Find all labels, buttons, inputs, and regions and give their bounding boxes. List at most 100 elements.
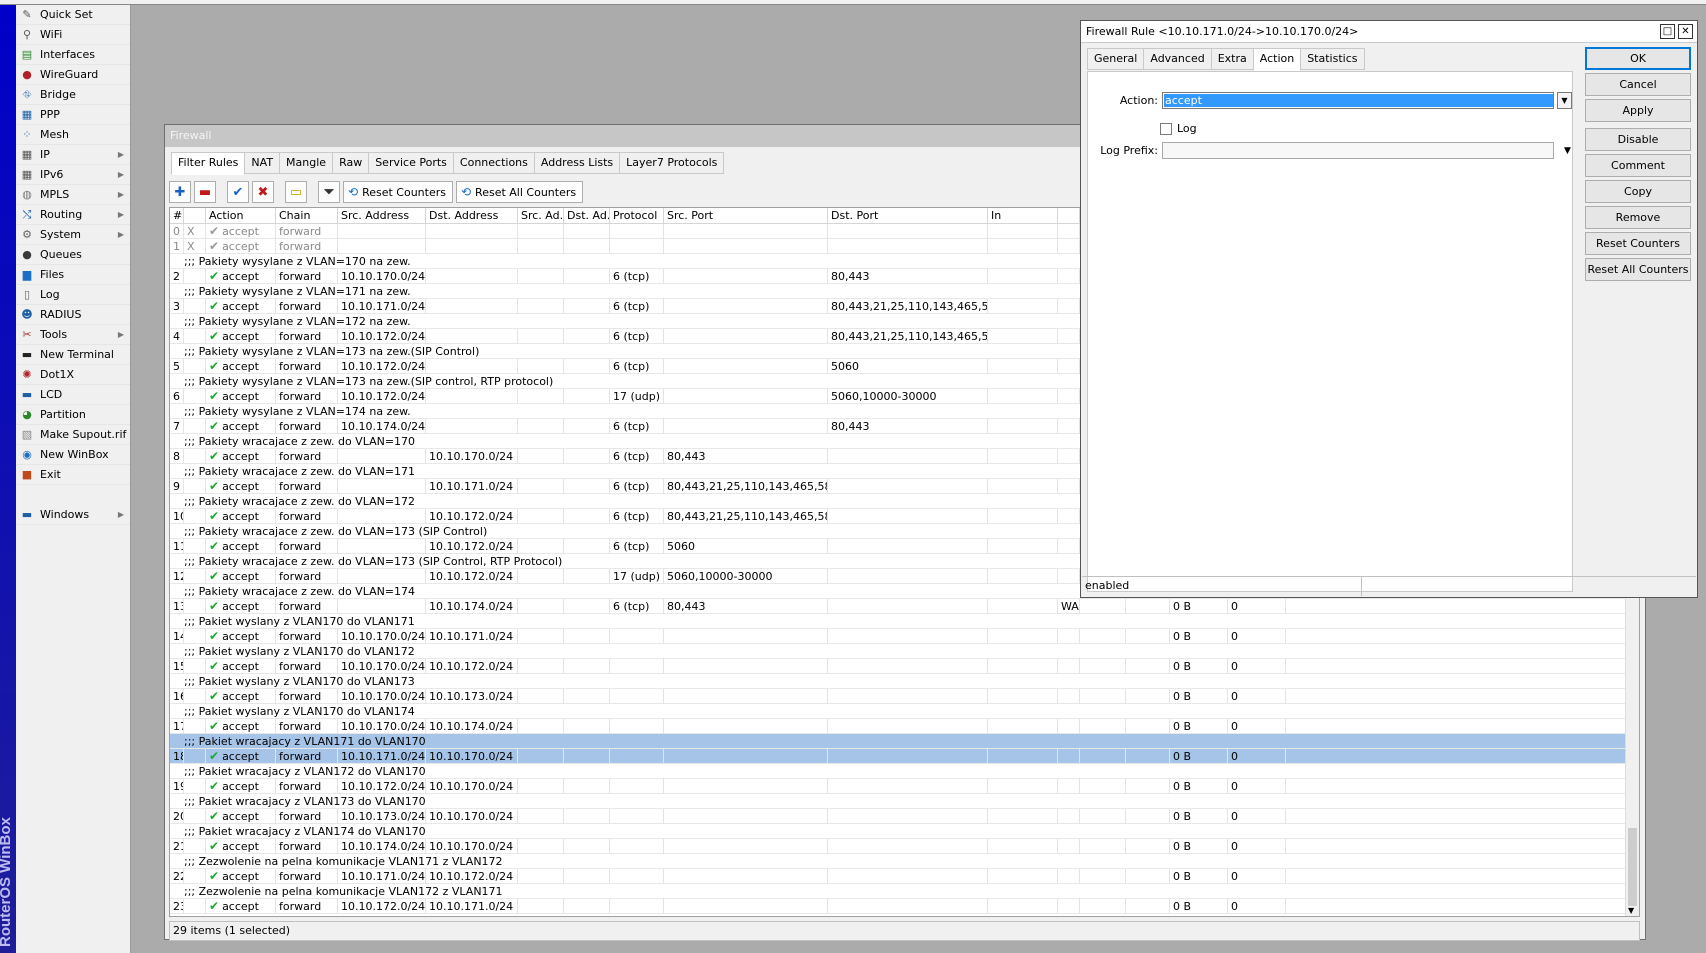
sidebar-item-exit[interactable]: ■ Exit [16,465,130,485]
table-row[interactable]: 13✔acceptforward10.10.174.0/246 (tcp)80,… [170,598,1639,614]
tab-address-lists[interactable]: Address Lists [533,152,621,174]
action-select[interactable]: accept [1162,92,1554,109]
table-row[interactable]: 23✔acceptforward10.10.172.0/2410.10.171.… [170,898,1639,914]
action-row: Action: accept ▼ [1088,92,1572,109]
comment-row[interactable]: ;;; Pakiet wracajacy z VLAN173 do VLAN17… [170,794,1639,809]
table-row[interactable]: 19✔acceptforward10.10.172.0/2410.10.170.… [170,778,1639,794]
ok-button[interactable]: OK [1585,47,1691,70]
table-row[interactable]: 21✔acceptforward10.10.174.0/2410.10.170.… [170,838,1639,854]
filter-icon[interactable]: ⏷ [318,181,340,203]
log-prefix-input[interactable] [1162,142,1554,159]
reset-counters-dialog-button[interactable]: Reset Counters [1585,232,1691,255]
reset-all-counters-button[interactable]: ⟲ Reset All Counters [455,181,584,203]
maximize-icon[interactable]: □ [1660,24,1675,39]
sidebar-item-windows[interactable]: ▬ Windows ▶ [16,505,130,525]
copy-button[interactable]: Copy [1585,180,1691,203]
sidebar-item-log[interactable]: ▯ Log [16,285,130,305]
column-header[interactable] [184,208,206,224]
comment-row[interactable]: ;;; Zezwolenie na pelna komunikacje VLAN… [170,884,1639,899]
dialog-tab-action[interactable]: Action [1252,48,1302,71]
comment-row[interactable]: ;;; Pakiet wracajacy z VLAN172 do VLAN17… [170,764,1639,779]
sidebar-item-quick-set[interactable]: ✎ Quick Set [16,5,130,25]
column-header[interactable]: Src. Port [664,208,828,224]
sidebar-item-system[interactable]: ⚙ System ▶ [16,225,130,245]
column-header[interactable]: Dst. Port [828,208,988,224]
table-row[interactable]: 14✔acceptforward10.10.170.0/2410.10.171.… [170,628,1639,644]
table-row[interactable]: 20✔acceptforward10.10.173.0/2410.10.170.… [170,808,1639,824]
sidebar-item-radius[interactable]: ☻ RADIUS [16,305,130,325]
sidebar-item-tools[interactable]: ✂ Tools ▶ [16,325,130,345]
dialog-tab-general[interactable]: General [1087,48,1145,70]
cancel-button[interactable]: Cancel [1585,73,1691,96]
sidebar-item-wireguard[interactable]: ● WireGuard [16,65,130,85]
add-icon[interactable]: ✚ [169,181,191,203]
column-header[interactable]: Action [206,208,276,224]
sidebar-item-routing[interactable]: ⤭ Routing ▶ [16,205,130,225]
tab-filter-rules[interactable]: Filter Rules [171,152,246,175]
tab-service-ports[interactable]: Service Ports [368,152,454,174]
comment-row[interactable]: ;;; Pakiet wyslany z VLAN170 do VLAN171 [170,614,1639,629]
comment-row[interactable]: ;;; Pakiet wyslany z VLAN170 do VLAN174 [170,704,1639,719]
reset-all-counters-dialog-button[interactable]: Reset All Counters [1585,258,1691,281]
sidebar-item-ip[interactable]: ▦ IP ▶ [16,145,130,165]
sidebar-item-mpls[interactable]: ◍ MPLS ▶ [16,185,130,205]
column-header[interactable]: # [170,208,184,224]
log-prefix-dropdown-icon[interactable]: ▼ [1564,146,1571,156]
sidebar-item-lcd[interactable]: ▬ LCD [16,385,130,405]
comment-button[interactable]: Comment [1585,154,1691,177]
scrollbar-thumb[interactable] [1628,828,1637,906]
column-header[interactable]: In [988,208,1058,224]
comment-row[interactable]: ;;; Pakiet wyslany z VLAN170 do VLAN172 [170,644,1639,659]
apply-button[interactable]: Apply [1585,99,1691,122]
column-header[interactable]: Chain [276,208,338,224]
column-header[interactable]: Dst. Ad... [564,208,610,224]
comment-icon[interactable]: ▭ [285,181,307,203]
sidebar-item-partition[interactable]: ◕ Partition [16,405,130,425]
column-header[interactable]: Protocol [610,208,664,224]
reset-counters-button[interactable]: ⟲ Reset Counters [343,181,453,203]
log-checkbox[interactable] [1160,122,1172,135]
table-row[interactable]: 18✔acceptforward10.10.171.0/2410.10.170.… [170,748,1639,764]
sidebar-item-dot1x[interactable]: ✺ Dot1X [16,365,130,385]
sidebar-item-queues[interactable]: ● Queues [16,245,130,265]
comment-row[interactable]: ;;; Pakiet wyslany z VLAN170 do VLAN173 [170,674,1639,689]
column-header[interactable]: Src. Address [338,208,426,224]
enable-icon[interactable]: ✔ [227,181,249,203]
sidebar-item-files[interactable]: ▆ Files [16,265,130,285]
table-row[interactable]: 15✔acceptforward10.10.170.0/2410.10.172.… [170,658,1639,674]
tab-nat[interactable]: NAT [244,152,281,174]
tab-layer7-protocols[interactable]: Layer7 Protocols [619,152,725,174]
comment-row[interactable]: ;;; Pakiet wracajacy z VLAN171 do VLAN17… [170,734,1639,749]
sidebar-item-new-terminal[interactable]: ▬ New Terminal [16,345,130,365]
sidebar-item-bridge[interactable]: ⛗ Bridge [16,85,130,105]
sidebar-item-wifi[interactable]: ⚲ WiFi [16,25,130,45]
sidebar-item-make-supout-rif[interactable]: ▧ Make Supout.rif [16,425,130,445]
remove-icon[interactable]: ▬ [194,181,216,203]
tab-mangle[interactable]: Mangle [279,152,334,174]
comment-row[interactable]: ;;; Zezwolenie na pelna komunikacje VLAN… [170,854,1639,869]
tab-connections[interactable]: Connections [452,152,535,174]
sidebar-item-mesh[interactable]: ⁘ Mesh [16,125,130,145]
column-header[interactable] [1058,208,1080,224]
dialog-tab-extra[interactable]: Extra [1210,48,1254,70]
table-row[interactable]: 16✔acceptforward10.10.170.0/2410.10.173.… [170,688,1639,704]
column-header[interactable]: Src. Ad... [518,208,564,224]
dialog-title-bar[interactable]: Firewall Rule <10.10.171.0/24->10.10.170… [1081,21,1697,43]
close-icon[interactable]: ✕ [1678,24,1693,39]
dialog-tab-statistics[interactable]: Statistics [1300,48,1365,70]
scroll-down-icon[interactable]: ▼ [1628,906,1634,915]
sidebar-item-new-winbox[interactable]: ◉ New WinBox [16,445,130,465]
table-row[interactable]: 17✔acceptforward10.10.170.0/2410.10.174.… [170,718,1639,734]
tab-raw[interactable]: Raw [332,152,370,174]
sidebar-item-ipv6[interactable]: ▦ IPv6 ▶ [16,165,130,185]
sidebar-item-interfaces[interactable]: ▤ Interfaces [16,45,130,65]
dialog-tab-advanced[interactable]: Advanced [1143,48,1212,70]
disable-icon[interactable]: ✖ [252,181,274,203]
table-row[interactable]: 22✔acceptforward10.10.171.0/2410.10.172.… [170,868,1639,884]
disable-button[interactable]: Disable [1585,128,1691,151]
action-dropdown-icon[interactable]: ▼ [1557,92,1572,109]
sidebar-item-ppp[interactable]: ▦ PPP [16,105,130,125]
column-header[interactable]: Dst. Address [426,208,518,224]
remove-button[interactable]: Remove [1585,206,1691,229]
comment-row[interactable]: ;;; Pakiet wracajacy z VLAN174 do VLAN17… [170,824,1639,839]
